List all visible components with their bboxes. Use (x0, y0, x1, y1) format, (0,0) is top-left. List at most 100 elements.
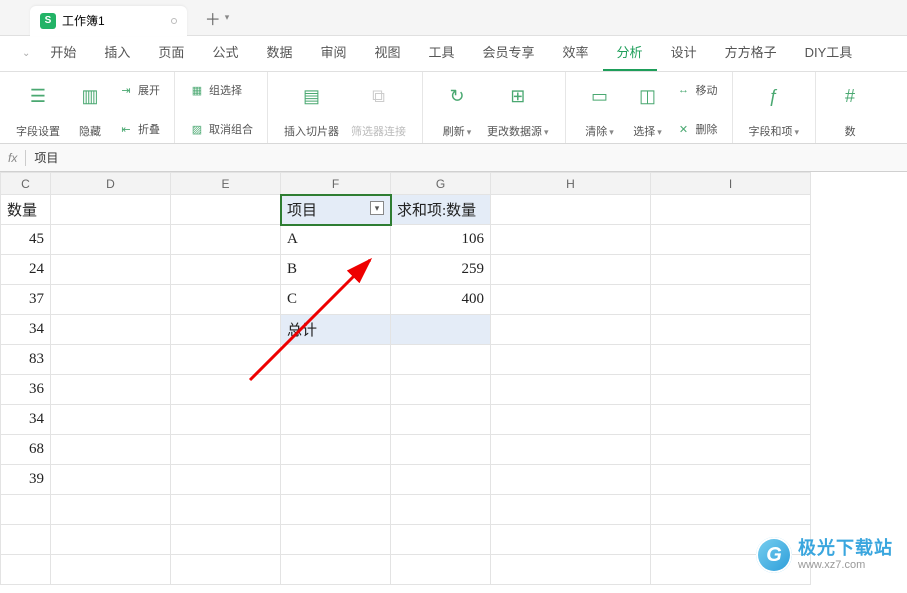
pivot-row[interactable]: B (281, 255, 391, 285)
select-button[interactable]: ◫ 选择▾ (624, 80, 672, 139)
expand-button[interactable]: ⇥展开 (118, 82, 160, 98)
menu-page[interactable]: 页面 (144, 43, 198, 71)
fx-icon[interactable]: fx (8, 151, 17, 165)
hide-button[interactable]: ▥ 隐藏 (66, 80, 114, 139)
col-header[interactable]: H (491, 173, 651, 195)
delete-button[interactable]: ✕删除 (676, 121, 718, 137)
cell[interactable] (651, 315, 811, 345)
pivot-row[interactable]: A (281, 225, 391, 255)
cell[interactable] (651, 255, 811, 285)
cell[interactable] (51, 555, 171, 585)
cell[interactable] (1, 525, 51, 555)
cell[interactable]: 68 (1, 435, 51, 465)
menu-review[interactable]: 审阅 (306, 43, 360, 71)
cell[interactable] (491, 555, 651, 585)
cell[interactable] (491, 315, 651, 345)
cell[interactable] (391, 435, 491, 465)
cell[interactable]: 24 (1, 255, 51, 285)
cell[interactable] (171, 225, 281, 255)
cell[interactable]: 34 (1, 405, 51, 435)
cell[interactable] (281, 405, 391, 435)
cell[interactable] (171, 345, 281, 375)
menu-diy[interactable]: DIY工具 (791, 43, 867, 71)
pivot-value[interactable]: 259 (391, 255, 491, 285)
cell[interactable] (171, 255, 281, 285)
grid[interactable]: C D E F G H I 数量 项目 ▾ 求和项:数量 45 A 106 24 (0, 172, 907, 585)
cell[interactable]: 45 (1, 225, 51, 255)
cell[interactable] (281, 375, 391, 405)
spreadsheet-area[interactable]: C D E F G H I 数量 项目 ▾ 求和项:数量 45 A 106 24 (0, 172, 907, 593)
pivot-row[interactable]: C (281, 285, 391, 315)
cell[interactable]: 34 (1, 315, 51, 345)
cell[interactable] (51, 255, 171, 285)
cell[interactable] (491, 525, 651, 555)
cell[interactable] (491, 465, 651, 495)
insert-slicer-button[interactable]: ▤ 插入切片器 (278, 80, 345, 139)
pivot-value[interactable]: 106 (391, 225, 491, 255)
field-settings-button[interactable]: ☰ 字段设置 (10, 80, 66, 139)
cell[interactable]: 37 (1, 285, 51, 315)
file-menu-icon[interactable]: ⌄ (22, 48, 30, 59)
menu-view[interactable]: 视图 (360, 43, 414, 71)
menu-member[interactable]: 会员专享 (469, 43, 549, 71)
clear-button[interactable]: ▭ 清除▾ (576, 80, 624, 139)
menu-analyze[interactable]: 分析 (603, 43, 657, 71)
fields-items-button[interactable]: ƒ 字段和项▾ (743, 80, 806, 139)
cell[interactable] (51, 285, 171, 315)
collapse-button[interactable]: ⇤折叠 (118, 121, 160, 137)
cell[interactable] (51, 225, 171, 255)
new-tab-button[interactable]: ＋ (205, 6, 221, 30)
cell[interactable] (51, 525, 171, 555)
cell[interactable] (171, 315, 281, 345)
cell[interactable] (391, 495, 491, 525)
cell[interactable] (51, 375, 171, 405)
cell[interactable]: 数量 (1, 195, 51, 225)
cell[interactable] (171, 465, 281, 495)
move-button[interactable]: ↔移动 (676, 82, 718, 98)
cell[interactable] (281, 435, 391, 465)
cell[interactable] (391, 345, 491, 375)
cell[interactable] (651, 435, 811, 465)
cell[interactable] (171, 375, 281, 405)
cell[interactable] (651, 495, 811, 525)
cell[interactable]: 36 (1, 375, 51, 405)
cell[interactable] (281, 525, 391, 555)
cell[interactable] (51, 495, 171, 525)
cell[interactable] (491, 285, 651, 315)
col-header[interactable]: C (1, 173, 51, 195)
pivot-value-header[interactable]: 求和项:数量 (391, 195, 491, 225)
cell[interactable] (391, 465, 491, 495)
col-header[interactable]: E (171, 173, 281, 195)
cell[interactable]: 83 (1, 345, 51, 375)
cell[interactable] (51, 465, 171, 495)
refresh-button[interactable]: ↻ 刷新▾ (433, 80, 481, 139)
cell[interactable] (281, 345, 391, 375)
cell[interactable] (491, 195, 651, 225)
menu-data[interactable]: 数据 (252, 43, 306, 71)
menu-insert[interactable]: 插入 (90, 43, 144, 71)
cell[interactable] (651, 405, 811, 435)
cell[interactable] (281, 495, 391, 525)
cell[interactable] (491, 375, 651, 405)
pivot-total-label[interactable]: 总计 (281, 315, 391, 345)
group-select-button[interactable]: ▦组选择 (189, 82, 253, 98)
cell[interactable] (51, 405, 171, 435)
ungroup-button[interactable]: ▨取消组合 (189, 121, 253, 137)
cell[interactable] (391, 555, 491, 585)
menu-design[interactable]: 设计 (657, 43, 711, 71)
cell[interactable] (51, 315, 171, 345)
pivot-rowlabel-header[interactable]: 项目 ▾ (281, 195, 391, 225)
cell[interactable] (391, 375, 491, 405)
cell[interactable] (651, 375, 811, 405)
filter-dropdown-icon[interactable]: ▾ (370, 201, 384, 215)
cell[interactable] (281, 465, 391, 495)
cell[interactable] (491, 435, 651, 465)
cell[interactable] (171, 495, 281, 525)
cell[interactable] (171, 525, 281, 555)
pivot-value[interactable]: 400 (391, 285, 491, 315)
menu-home[interactable]: 开始 (36, 43, 90, 71)
col-header[interactable]: F (281, 173, 391, 195)
tab-menu-icon[interactable]: ▾ (225, 12, 230, 23)
menu-formulas[interactable]: 公式 (198, 43, 252, 71)
cell[interactable] (491, 255, 651, 285)
